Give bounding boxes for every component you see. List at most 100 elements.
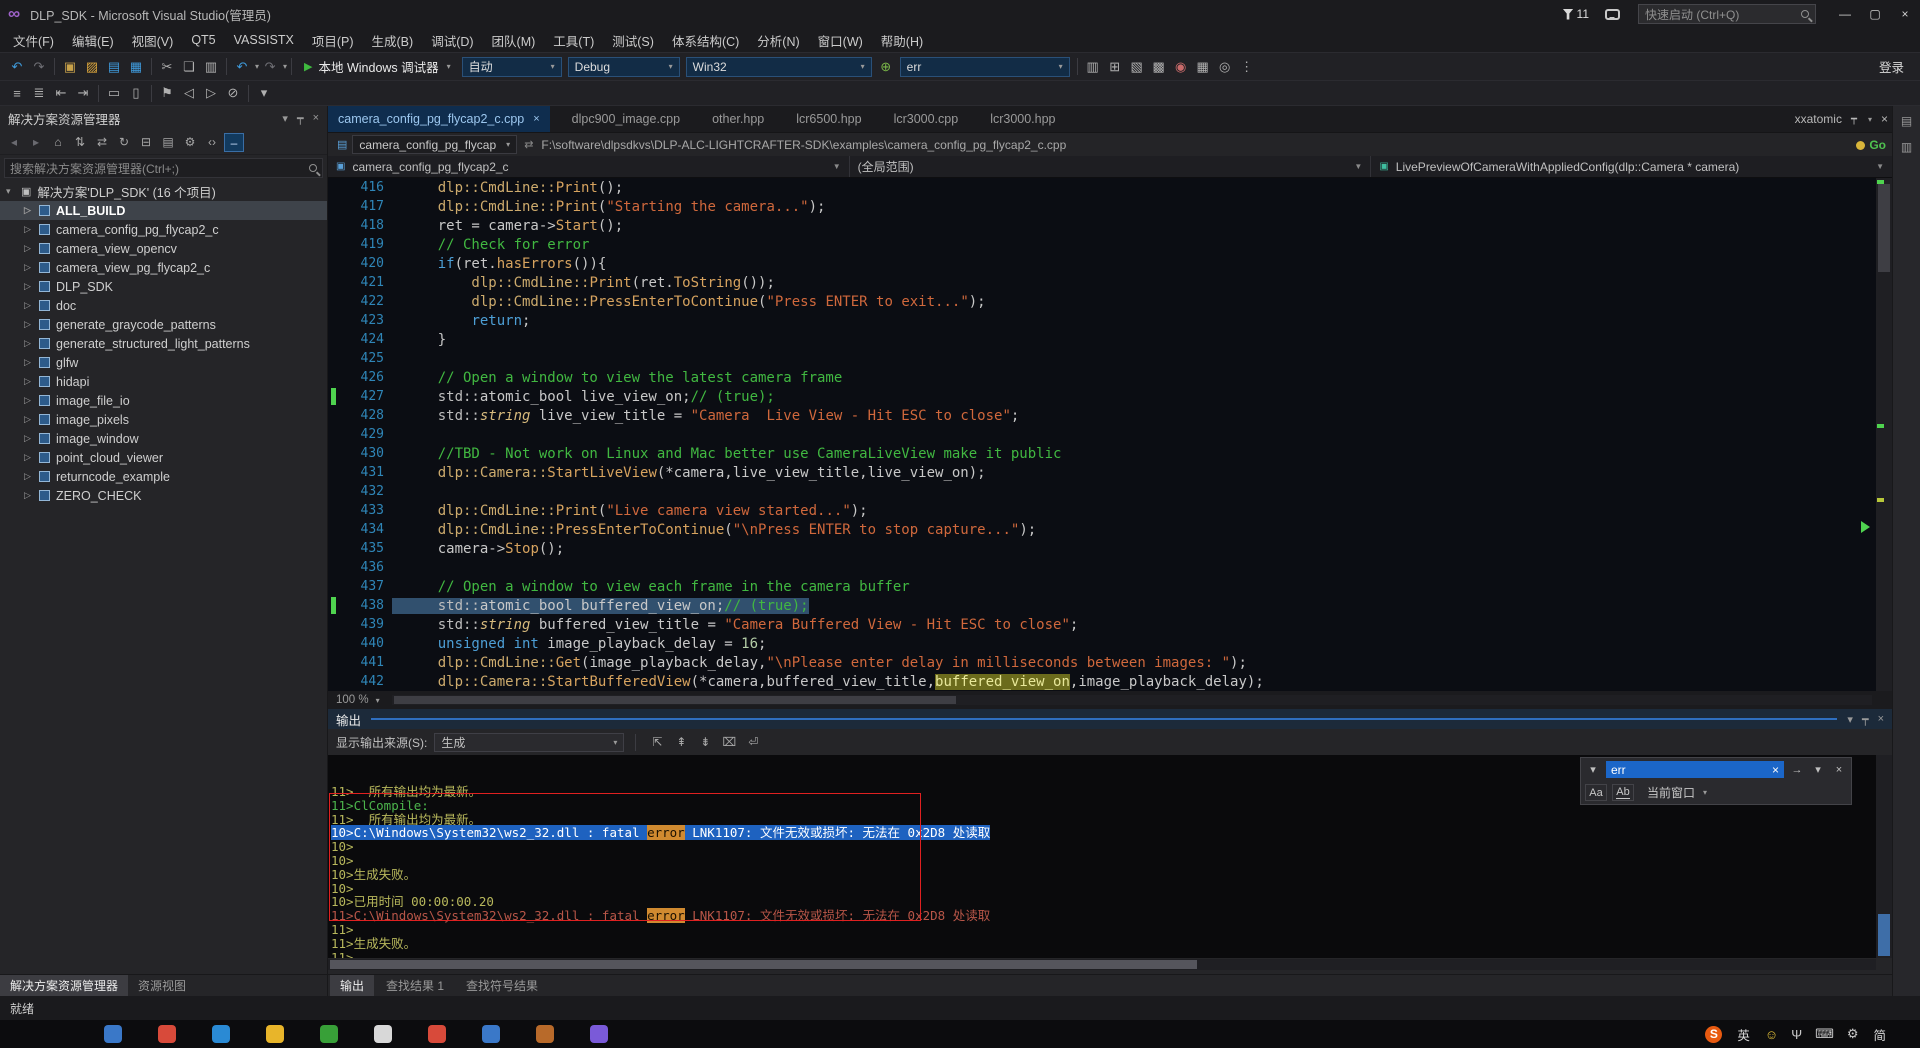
taskbar-app-icon[interactable] xyxy=(158,1025,176,1043)
taskbar-app-icon[interactable] xyxy=(482,1025,500,1043)
chevron-down-icon[interactable]: ▾ xyxy=(283,62,287,71)
uncomment-icon[interactable]: ▯ xyxy=(125,85,147,101)
file-dropdown[interactable]: camera_config_pg_flycap ▾ xyxy=(352,135,517,154)
whole-word-toggle[interactable]: Ab xyxy=(1612,784,1634,801)
configuration-combo[interactable]: Debug▾ xyxy=(568,57,680,77)
ime-settings-icon[interactable]: ⚙ xyxy=(1847,1026,1859,1042)
memory-window-icon[interactable]: ▦ xyxy=(1192,59,1214,75)
notification-filter-badge[interactable]: 11 xyxy=(1563,7,1589,21)
chevron-right-icon[interactable]: ▷ xyxy=(24,376,39,387)
solution-root-item[interactable]: ▾▣解决方案'DLP_SDK' (16 个项目) xyxy=(0,182,327,201)
taskbar-app-icon[interactable] xyxy=(428,1025,446,1043)
taskbar-app-icon[interactable] xyxy=(590,1025,608,1043)
taskbar-app-icon[interactable] xyxy=(320,1025,338,1043)
output-console[interactable]: 11> 所有输出均为最新。11>ClCompile:11> 所有输出均为最新。1… xyxy=(328,755,1876,958)
output-horizontal-scrollbar[interactable] xyxy=(328,959,1876,970)
project-item[interactable]: ▷image_pixels xyxy=(0,410,327,429)
toolbar-search-combo[interactable]: err ▾ xyxy=(900,57,1070,77)
taskbar-app-icon[interactable] xyxy=(212,1025,230,1043)
close-icon[interactable]: × xyxy=(533,113,539,125)
clear-bookmarks-icon[interactable]: ⊘ xyxy=(222,85,244,101)
ime-language-toggle[interactable]: 英 xyxy=(1737,1025,1750,1044)
paste-icon[interactable]: ▥ xyxy=(200,59,222,75)
chevron-right-icon[interactable]: ▷ xyxy=(24,471,39,482)
document-tab[interactable]: lcr3000.hpp xyxy=(980,106,1065,132)
breakpoints-icon[interactable]: ◉ xyxy=(1170,59,1192,75)
chevron-right-icon[interactable]: ▷ xyxy=(24,262,39,273)
prev-message-icon[interactable]: ⇞ xyxy=(671,735,691,749)
document-tab[interactable]: lcr6500.hpp xyxy=(786,106,871,132)
taskbar-app-icon[interactable] xyxy=(104,1025,122,1043)
find-next-icon[interactable]: → xyxy=(1789,764,1805,776)
menu-item[interactable]: 测试(S) xyxy=(603,28,663,52)
scrollbar-thumb[interactable] xyxy=(330,960,1197,969)
scope-dropdown[interactable]: (全局范围) ▼ xyxy=(850,156,1372,177)
panel-tab[interactable]: 查找符号结果 xyxy=(456,975,548,996)
menu-item[interactable]: 体系结构(C) xyxy=(663,28,748,52)
project-item[interactable]: ▷camera_view_opencv xyxy=(0,239,327,258)
project-item[interactable]: ▷camera_view_pg_flycap2_c xyxy=(0,258,327,277)
panel-tab[interactable]: 输出 xyxy=(330,975,374,996)
properties-icon[interactable]: ⚙ xyxy=(180,133,200,152)
emoji-icon[interactable]: ☺ xyxy=(1765,1027,1778,1042)
navigate-back-icon[interactable]: ↶ xyxy=(6,59,28,75)
sign-in-button[interactable]: 登录 xyxy=(1879,57,1904,76)
project-item[interactable]: ▷image_window xyxy=(0,429,327,448)
pin-icon[interactable]: ┯ xyxy=(1862,713,1869,726)
match-case-toggle[interactable]: Aa xyxy=(1585,784,1607,801)
increase-indent-icon[interactable]: ⇥ xyxy=(72,85,94,101)
refresh-icon[interactable]: ↻ xyxy=(114,133,134,152)
chevron-right-icon[interactable]: ▷ xyxy=(24,395,39,406)
code-view-icon[interactable]: ‹› xyxy=(202,133,222,152)
undo-icon[interactable]: ↶ xyxy=(231,59,253,75)
server-explorer-icon[interactable]: ▥ xyxy=(1901,140,1912,154)
toolbox-icon[interactable]: ⊞ xyxy=(1104,59,1126,75)
switch-views-icon[interactable]: ⇅ xyxy=(70,133,90,152)
next-message-icon[interactable]: ⇟ xyxy=(695,735,715,749)
attach-to-process-icon[interactable]: ⊕ xyxy=(875,59,897,75)
open-file-icon[interactable]: ▨ xyxy=(81,59,103,75)
save-icon[interactable]: ▤ xyxy=(103,59,125,75)
code-editor[interactable]: 416 dlp::CmdLine::Print();417 dlp::CmdLi… xyxy=(328,178,1876,691)
collapse-all-icon[interactable]: ⊟ xyxy=(136,133,156,152)
menu-item[interactable]: 帮助(H) xyxy=(872,28,932,52)
solution-search-input[interactable]: 搜索解决方案资源管理器(Ctrl+;) xyxy=(4,158,323,178)
editor-overflow-icon[interactable]: ▾ xyxy=(253,85,275,101)
back-icon[interactable]: ◂ xyxy=(4,133,24,152)
ime-logo-icon[interactable]: S xyxy=(1705,1026,1722,1043)
panel-tab[interactable]: 解决方案资源管理器 xyxy=(0,975,128,996)
taskbar-app-icon[interactable] xyxy=(536,1025,554,1043)
search-scope-dropdown[interactable]: 当前窗口 ▾ xyxy=(1647,784,1707,801)
menu-item[interactable]: 项目(P) xyxy=(303,28,363,52)
maximize-button[interactable]: ▢ xyxy=(1860,0,1890,28)
project-item[interactable]: ▷image_file_io xyxy=(0,391,327,410)
feedback-icon[interactable] xyxy=(1605,9,1620,20)
chevron-right-icon[interactable]: ▷ xyxy=(24,452,39,463)
cut-icon[interactable]: ✂ xyxy=(156,59,178,75)
close-button[interactable]: × xyxy=(1890,0,1920,28)
go-button[interactable]: Go xyxy=(1856,133,1886,157)
window-position-icon[interactable]: ▾ xyxy=(1847,713,1853,726)
zoom-control[interactable]: 100 % ▾ xyxy=(328,694,388,706)
pin-icon[interactable]: ┯ xyxy=(1851,114,1857,125)
chevron-right-icon[interactable]: ▷ xyxy=(24,300,39,311)
scrollbar-thumb[interactable] xyxy=(394,696,957,704)
prev-bookmark-icon[interactable]: ◁ xyxy=(178,85,200,101)
project-item[interactable]: ▷glfw xyxy=(0,353,327,372)
menu-item[interactable]: 工具(T) xyxy=(544,28,603,52)
chevron-right-icon[interactable]: ▷ xyxy=(24,490,39,501)
clear-icon[interactable]: × xyxy=(1772,763,1779,777)
project-item[interactable]: ▷point_cloud_viewer xyxy=(0,448,327,467)
project-item[interactable]: ▷generate_structured_light_patterns xyxy=(0,334,327,353)
comment-icon[interactable]: ▭ xyxy=(103,85,125,101)
chevron-down-icon[interactable]: ▾ xyxy=(1585,763,1601,776)
output-vertical-scrollbar[interactable] xyxy=(1876,755,1892,958)
mic-icon[interactable]: Ψ xyxy=(1791,1027,1802,1042)
close-icon[interactable]: × xyxy=(1878,713,1884,726)
save-all-icon[interactable]: ▦ xyxy=(125,59,147,75)
document-tab[interactable]: dlpc900_image.cpp xyxy=(562,106,690,132)
start-debug-button[interactable]: ▶ 本地 Windows 调试器 ▾ xyxy=(296,57,459,76)
menu-item[interactable]: 编辑(E) xyxy=(63,28,123,52)
project-item[interactable]: ▷DLP_SDK xyxy=(0,277,327,296)
close-icon[interactable]: × xyxy=(1831,764,1847,776)
